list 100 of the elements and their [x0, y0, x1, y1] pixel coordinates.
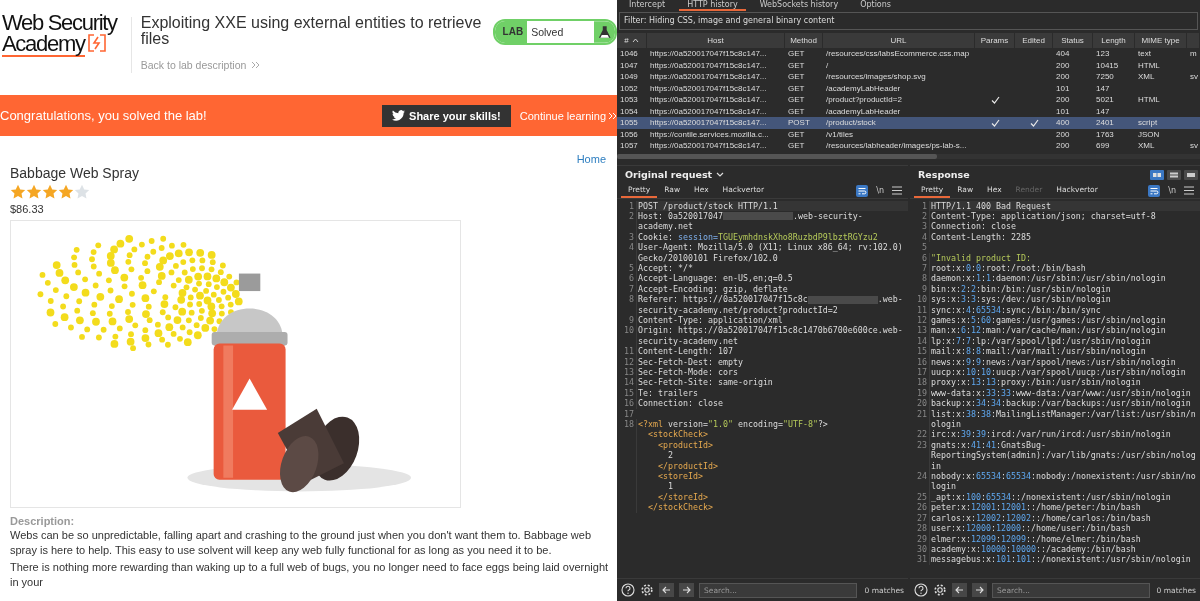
- history-row[interactable]: 1057 https://0a520017047f15c8c147... GET /resources/labheader/images/ps-lab-s... 200 699 XML sv: [617, 140, 1200, 152]
- line-number: 6: [628, 273, 635, 284]
- table-cell: 1763: [1096, 129, 1114, 139]
- history-row[interactable]: 1053 https://0a520017047f15c8c147... GET /product?productId=2 200 5021 HTML: [617, 94, 1200, 106]
- wrap-icon[interactable]: [856, 184, 869, 197]
- history-row[interactable]: 1046 https://0a520017047f15c8c147... GET /resources/css/labsEcommerce.css.map 404 123 text m: [617, 48, 1200, 60]
- settings-icon[interactable]: [933, 583, 947, 597]
- menu-icon[interactable]: [892, 186, 902, 195]
- code-line: peter:x:12001:12001::/home/peter:/bin/bash: [929, 502, 1200, 513]
- line-number: 13: [916, 325, 928, 336]
- previous-button[interactable]: [659, 583, 674, 597]
- table-cell: m: [1190, 49, 1197, 58]
- newline-toggle[interactable]: \n: [1168, 186, 1176, 195]
- proxy-tab[interactable]: Intercept: [621, 0, 674, 11]
- table-cell: /: [826, 60, 829, 70]
- table-cell: /resources/images/shop.svg: [826, 72, 926, 81]
- table-cell: https://0a520017047f15c8c147...: [650, 49, 767, 58]
- column-header[interactable]: Params: [975, 33, 1015, 48]
- line-number: 18: [623, 419, 635, 432]
- line-number: 10: [623, 325, 635, 338]
- code-line: academy:x:10000:10000::/academy:/bin/bash: [929, 543, 1200, 555]
- code-line: nobody:x:65534:65534:nobody:/nonexistent:/usr/sbin/nologin: [929, 471, 1200, 492]
- table-cell: https://contile.services.mozilla.c...: [650, 129, 769, 139]
- next-button[interactable]: [679, 583, 694, 597]
- line-number: 5: [921, 242, 928, 253]
- table-cell: 1053: [620, 95, 638, 104]
- pane-title: Original request: [625, 169, 713, 180]
- line-number: 29: [916, 533, 928, 544]
- filter-bar[interactable]: Filter: Hiding CSS, image and general binary content: [619, 12, 1198, 30]
- column-header[interactable]: Method: [785, 33, 823, 48]
- table-cell: 1047: [620, 60, 638, 70]
- code-line: user:x:12000:12000::/home/user:/bin/bash: [929, 523, 1200, 534]
- table-cell: GET: [788, 60, 805, 70]
- table-cell: https://0a520017047f15c8c147...: [650, 118, 767, 127]
- code-line: Origin: https://0a520017047f15c8c1470b6700e600ce.web-security-academy.net: [636, 325, 908, 347]
- scrollbar-thumb[interactable]: [617, 153, 937, 159]
- table-cell: https://0a520017047f15c8c147...: [650, 106, 767, 116]
- column-header[interactable]: Length: [1093, 33, 1135, 48]
- line-number: 24: [916, 471, 928, 484]
- proxy-tab[interactable]: HTTP history: [679, 0, 746, 11]
- history-row[interactable]: 1047 https://0a520017047f15c8c147... GET / 200 10415 HTML: [617, 59, 1200, 71]
- table-cell: 200: [1056, 60, 1070, 70]
- menu-icon[interactable]: [1184, 186, 1194, 195]
- code-line: lp:x:7:7:lp:/var/spool/lpd:/usr/sbin/nologin: [929, 335, 1200, 347]
- column-header[interactable]: Edited: [1015, 33, 1053, 48]
- bolt-icon: [86, 33, 107, 53]
- help-icon[interactable]: [621, 583, 635, 597]
- home-link[interactable]: Home: [576, 153, 606, 165]
- history-row[interactable]: 1049 https://0a520017047f15c8c147... GET /resources/images/shop.svg 200 7250 XML sv: [617, 71, 1200, 83]
- line-number: 11: [916, 304, 928, 315]
- table-cell: 699: [1096, 141, 1110, 150]
- line-number: 5: [628, 262, 635, 274]
- code-line: Content-Type: application/json; charset=utf-8: [929, 210, 1200, 222]
- table-cell: 10415: [1096, 60, 1119, 70]
- table-cell: /resources/css/labsEcommerce.css.map: [826, 49, 970, 58]
- star-icon: [58, 184, 74, 200]
- help-icon[interactable]: [914, 583, 928, 597]
- line-number: 3: [628, 231, 635, 243]
- column-header[interactable]: #: [617, 33, 647, 48]
- code-line: sys:x:3:3:sys:/dev:/usr/sbin/nologin: [929, 294, 1200, 305]
- table-cell: /academyLabHeader: [826, 83, 901, 93]
- wrap-icon[interactable]: [1148, 184, 1161, 197]
- history-row[interactable]: 1056 https://contile.services.mozilla.c... GET /v1/tiles 200 1763 JSON: [617, 128, 1200, 140]
- table-cell: script: [1138, 118, 1158, 127]
- line-number: 18: [916, 377, 928, 388]
- newline-toggle[interactable]: \n: [876, 186, 884, 195]
- line-number: 20: [916, 398, 928, 409]
- line-number: 7: [628, 283, 635, 295]
- previous-button[interactable]: [952, 583, 967, 597]
- code-line: Connection: close: [929, 221, 1200, 232]
- table-cell: 1046: [620, 49, 638, 58]
- column-header[interactable]: URL: [823, 33, 975, 48]
- caret-icon[interactable]: [716, 172, 725, 177]
- layout-button-icon[interactable]: [1167, 169, 1181, 180]
- column-header[interactable]: MIME type: [1135, 33, 1187, 48]
- table-cell: 400: [1056, 118, 1070, 127]
- history-row[interactable]: 1054 https://0a520017047f15c8c147... GET /academyLabHeader 101 147: [617, 105, 1200, 117]
- layout-button-icon[interactable]: [1150, 169, 1164, 180]
- table-cell: 200: [1056, 72, 1070, 81]
- line-number: 21: [916, 408, 928, 421]
- layout-button-icon[interactable]: [1184, 169, 1198, 180]
- history-row[interactable]: 1055 https://0a520017047f15c8c147... POST /product/stock 400 2401 script: [617, 117, 1200, 129]
- proxy-tab[interactable]: WebSockets history: [751, 0, 847, 11]
- next-button[interactable]: [972, 583, 987, 597]
- product-name: Babbage Web Spray: [10, 165, 140, 181]
- column-header[interactable]: Host: [647, 33, 785, 48]
- line-number: 14: [623, 377, 635, 388]
- column-header[interactable]: Status: [1053, 33, 1093, 48]
- history-row[interactable]: 1052 https://0a520017047f15c8c147... GET /academyLabHeader 101 147: [617, 82, 1200, 94]
- pane-title: Response: [918, 169, 970, 180]
- code-line: news:x:9:9:news:/var/spool/news:/usr/sbin/nologin: [929, 356, 1200, 367]
- table-cell: GET: [788, 72, 805, 81]
- proxy-tab[interactable]: Options: [852, 0, 899, 11]
- table-cell: 147: [1096, 106, 1110, 116]
- table-cell: 404: [1056, 49, 1070, 58]
- settings-icon[interactable]: [640, 583, 654, 597]
- share-button[interactable]: Share your skills!: [382, 104, 511, 127]
- line-number: 11: [623, 346, 635, 357]
- star-icon: [42, 184, 58, 200]
- chevron-icon: [608, 111, 617, 120]
